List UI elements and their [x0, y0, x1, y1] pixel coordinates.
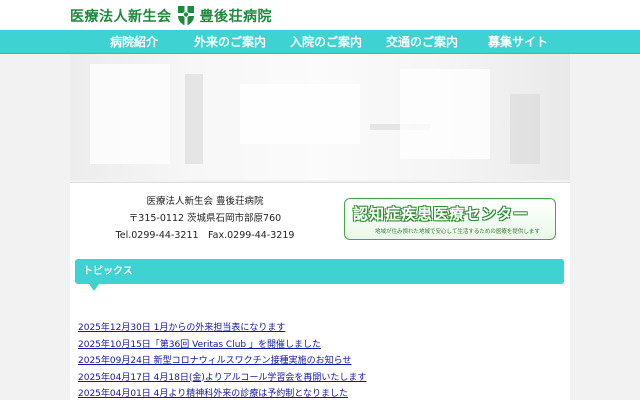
main-content: 医療法人新生会 豊後荘病院 〒315-0112 茨城県石岡市部原760 Tel.… — [70, 182, 570, 400]
topic-link[interactable]: 2025年04月01日 4月より精神科外来の診療は予約制となりました — [78, 389, 348, 399]
hospital-logo[interactable]: 医療法人新生会 豊後荘病院 — [70, 3, 272, 29]
topics-arrow-icon — [89, 284, 99, 291]
nav-item-hospital-intro[interactable]: 病院紹介 — [110, 30, 158, 54]
nav-item-recruit[interactable]: 募集サイト — [488, 30, 548, 54]
topics-title: トピックス — [83, 266, 133, 277]
dementia-center-banner[interactable]: 認知症疾患医療センター 地域が住み慣れた地域で安心して生活するための医療を提供し… — [344, 198, 556, 240]
hero-image — [70, 54, 570, 180]
logo-corporation-name: 医療法人新生会 — [70, 9, 172, 25]
topic-link[interactable]: 2025年04月17日 4月18日(金)よりアルコール学習会を再開いたします — [78, 373, 366, 383]
hospital-name: 医療法人新生会 豊後荘病院 — [146, 196, 264, 207]
hospital-address-block: 医療法人新生会 豊後荘病院 〒315-0112 茨城県石岡市部原760 Tel.… — [70, 193, 340, 244]
nav-item-access[interactable]: 交通のご案内 — [386, 30, 458, 54]
nav-item-outpatient[interactable]: 外来のご案内 — [194, 30, 266, 54]
nav-item-inpatient[interactable]: 入院のご案内 — [290, 30, 362, 54]
topics-header: トピックス — [75, 259, 564, 291]
topic-link[interactable]: 2025年12月30日 1月からの外来担当表になります — [78, 323, 285, 333]
site-header: 医療法人新生会 豊後荘病院 — [0, 0, 640, 30]
phone-fax: Tel.0299-44-3211 Fax.0299-44-3219 — [115, 230, 295, 241]
main-nav: 病院紹介 外来のご案内 入院のご案内 交通のご案内 募集サイト — [0, 30, 640, 54]
postal-address: 〒315-0112 茨城県石岡市部原760 — [128, 213, 282, 224]
list-item: 2025年09月24日 新型コロナウィルスワクチン接種実施のお知らせ — [78, 353, 366, 370]
list-item: 2025年12月30日 1月からの外来担当表になります — [78, 320, 366, 337]
list-item: 2025年04月01日 4月より精神科外来の診療は予約制となりました — [78, 386, 366, 400]
topics-list: 2025年12月30日 1月からの外来担当表になります 2025年10月15日「… — [78, 320, 366, 400]
list-item: 2025年10月15日「第36回 Veritas Club 」を開催しました — [78, 337, 366, 354]
topic-link[interactable]: 2025年09月24日 新型コロナウィルスワクチン接種実施のお知らせ — [78, 356, 352, 366]
banner-title: 認知症疾患医療センター — [353, 205, 530, 223]
banner-subtitle: 地域が住み慣れた地域で安心して生活するための医療を提供します — [375, 229, 540, 235]
logo-hospital-name: 豊後荘病院 — [199, 9, 272, 25]
shield-cross-icon — [177, 6, 194, 26]
list-item: 2025年04月17日 4月18日(金)よりアルコール学習会を再開いたします — [78, 370, 366, 387]
topic-link[interactable]: 2025年10月15日「第36回 Veritas Club 」を開催しました — [78, 340, 321, 350]
